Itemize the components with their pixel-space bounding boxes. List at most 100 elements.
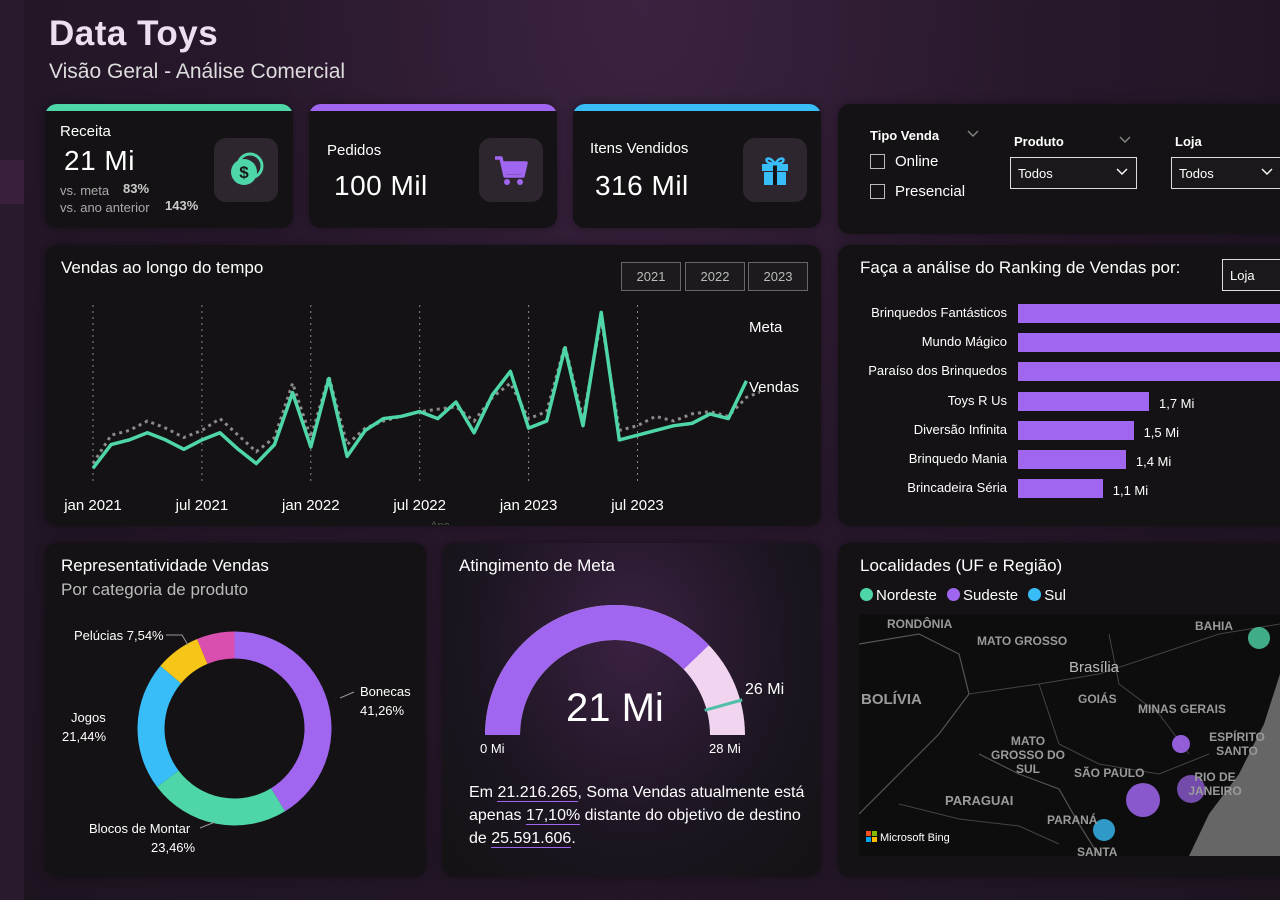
legend-vendas-label: Vendas (749, 379, 800, 396)
kpi-vs-meta-label: vs. meta (60, 183, 110, 198)
sales-chart-title: Vendas ao longo do tempo (61, 258, 264, 277)
ranking-dimension-value: Loja (1230, 268, 1255, 283)
ranking-bar[interactable] (1018, 362, 1280, 382)
checkbox-online[interactable] (870, 154, 885, 169)
ranking-bar[interactable] (1018, 420, 1134, 440)
map-label-brasilia: Brasília (1069, 659, 1120, 676)
gauge-target-label: 26 Mi (745, 681, 785, 698)
kpi-receita-value: 21 Mi (64, 145, 135, 176)
map-label-rio-de-janeiro: RIO DE JANEIRO (1188, 770, 1242, 798)
page-title: Data Toys (49, 14, 219, 53)
legend-dot (860, 588, 873, 601)
kpi-vs-meta-value: 83% (123, 181, 150, 196)
donut-label-bonecas-pct: 41,26% (360, 703, 405, 718)
microsoft-logo-icon (866, 831, 877, 842)
checkbox-presencial-label[interactable]: Presencial (895, 183, 965, 200)
x-tick-label: jan 2021 (63, 497, 122, 514)
map-label-espirito-santo: ESPÍRITO SANTO (1209, 730, 1265, 758)
kpi-accent-line (309, 104, 557, 111)
gauge-min-label: 0 Mi (480, 741, 505, 756)
loja-select[interactable]: Todos (1171, 157, 1280, 189)
filter-produto-label: Produto (1014, 134, 1064, 149)
gift-icon (762, 157, 788, 185)
dollar-coin-icon: $ (231, 152, 264, 185)
chevron-down-icon[interactable] (1119, 136, 1131, 144)
legend-item-sudeste[interactable]: Sudeste (947, 587, 1018, 604)
map-label-mato-grosso-do-sul: MATO GROSSO DO SUL (990, 734, 1065, 776)
map-label-paraguai: PARAGUAI (945, 793, 1014, 808)
x-axis-title: Ano (430, 520, 450, 525)
ranking-bar-value: 1,5 Mi (1143, 424, 1179, 440)
kpi-itens-iconbox (743, 138, 807, 202)
brazil-map[interactable]: RONDÔNIA MATO GROSSO BAHIA Brasília GOIÁ… (859, 614, 1280, 856)
page-subtitle: Visão Geral - Análise Comercial (49, 60, 346, 83)
ranking-bar-label: Brincadeira Séria (907, 480, 1007, 496)
map-label-parana: PARANÁ (1047, 813, 1098, 827)
map-label-santa: SANTA (1077, 845, 1118, 856)
donut-slice (137, 665, 182, 787)
meta-goal-value: 25.591.606 (491, 830, 572, 848)
legend-item-nordeste[interactable]: Nordeste (860, 587, 937, 604)
legend-item-sul[interactable]: Sul (1028, 587, 1066, 604)
donut-label-bonecas-name: Bonecas (360, 684, 411, 699)
kpi-pedidos-label: Pedidos (327, 142, 382, 159)
x-tick-label: jul 2022 (392, 497, 446, 514)
ranking-title: Faça a análise do Ranking de Vendas por: (860, 258, 1181, 277)
meta-text-prefix: Em (469, 784, 498, 801)
donut-slice (234, 631, 332, 812)
shopping-cart-icon (495, 156, 528, 185)
legend-meta-label: Meta (749, 319, 783, 336)
x-tick-label: jul 2021 (175, 497, 229, 514)
kpi-accent-line (573, 104, 821, 111)
kpi-itens-label: Itens Vendidos (590, 140, 689, 157)
filter-tipo-venda-label: Tipo Venda (870, 128, 940, 143)
kpi-itens-value: 316 Mil (595, 170, 689, 201)
sales-line-chart: jan 2021 jul 2021 jan 2022 jul 2022 jan 2023… (63, 305, 760, 525)
map-label-bolivia: BOLÍVIA (861, 691, 922, 708)
loja-select-value: Todos (1179, 166, 1214, 181)
checkbox-presencial[interactable] (870, 184, 885, 199)
ranking-bar[interactable] (1018, 479, 1103, 499)
produto-select[interactable]: Todos (1010, 157, 1137, 189)
donut-label-blocos-pct: 23,46% (151, 840, 196, 855)
x-tick-label: jan 2023 (499, 497, 558, 514)
map-attribution-text: Microsoft Bing (880, 832, 950, 844)
donut-label-pelucias: Pelúcias 7,54% (74, 628, 164, 643)
meta-current-value: 21.216.265 (497, 784, 578, 802)
kpi-receita-label: Receita (60, 123, 111, 140)
ranking-bar-label: Toys R Us (947, 392, 1007, 408)
ranking-bar[interactable] (1018, 391, 1149, 411)
ranking-bar-label: Brinquedo Mania (908, 451, 1007, 466)
ranking-bar[interactable] (1018, 304, 1280, 323)
year-button-2022[interactable]: 2022 (685, 262, 745, 291)
ranking-dimension-select[interactable]: Loja (1222, 259, 1280, 291)
kpi-pedidos-value: 100 Mil (334, 170, 428, 201)
meta-series-line (91, 319, 760, 465)
checkbox-online-label[interactable]: Online (895, 153, 938, 170)
year-button-2023[interactable]: 2023 (748, 262, 808, 291)
ranking-bar-value: 1,1 Mi (1112, 483, 1149, 499)
left-sidebar (0, 0, 24, 900)
category-donut-chart (137, 631, 332, 826)
region-legend: Nordeste Sudeste Sul (860, 587, 1072, 604)
ranking-bar[interactable] (1018, 450, 1126, 469)
donut-label-blocos-name: Blocos de Montar (89, 821, 191, 836)
representatividade-subtitle: Por categoria de produto (61, 580, 249, 599)
ranking-bar-label: Brinquedos Fantásticos (871, 305, 1007, 320)
donut-label-jogos-name: Jogos (71, 710, 106, 725)
filter-loja-label: Loja (1175, 134, 1202, 149)
representatividade-title: Representatividade Vendas (61, 556, 269, 575)
meta-title: Atingimento de Meta (459, 556, 615, 575)
meta-text-end: . (571, 830, 576, 847)
legend-sudeste-label: Sudeste (963, 587, 1019, 604)
legend-dot (947, 588, 961, 601)
x-tick-label: jul 2023 (610, 497, 664, 514)
map-attribution: Microsoft Bing (866, 831, 950, 844)
map-label-goias: GOIÁS (1078, 692, 1117, 706)
chevron-down-icon[interactable] (967, 130, 979, 138)
year-button-2021[interactable]: 2021 (621, 262, 681, 291)
map-label-mato-grosso: MATO GROSSO (977, 634, 1068, 648)
meta-description: Em 21.216.265, Soma Vendas atualmente es… (469, 781, 809, 850)
map-label-minas-gerais: MINAS GERAIS (1138, 702, 1227, 716)
ranking-bar[interactable] (1018, 333, 1280, 353)
